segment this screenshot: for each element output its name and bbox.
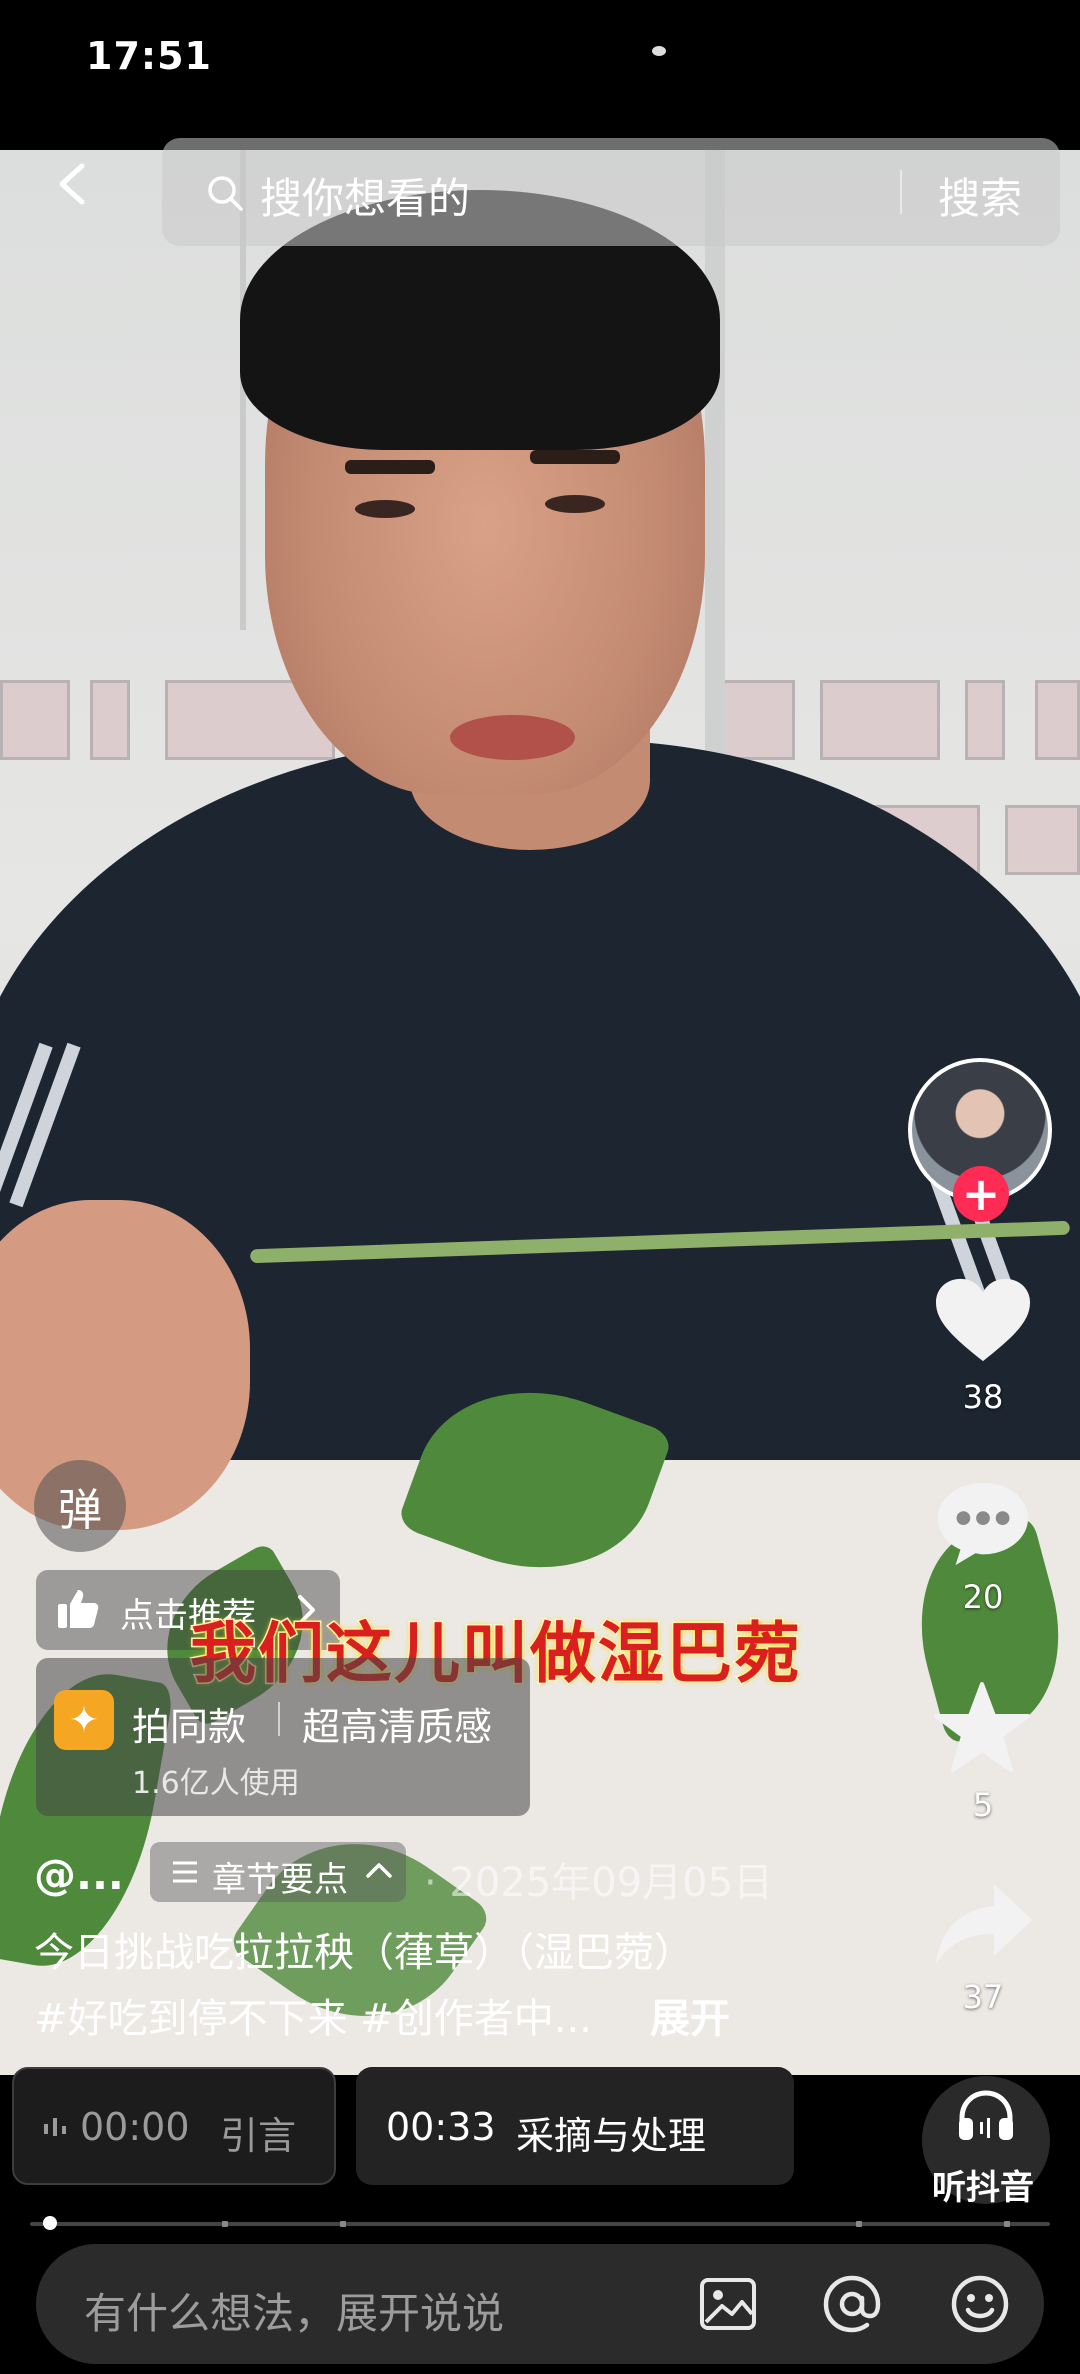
status-bar: 17:51	[0, 0, 1080, 150]
chapter-tick	[222, 2221, 228, 2227]
wall-tile	[965, 680, 1005, 760]
sparkle-icon: ✦	[54, 1690, 114, 1750]
wall-tile	[720, 680, 795, 760]
follow-button[interactable]: +	[953, 1166, 1009, 1222]
wall-tile	[90, 680, 130, 760]
chapter-time: 00:33	[386, 2105, 496, 2149]
list-icon	[173, 1861, 197, 1883]
post-hashtags[interactable]: #好吃到停不下来 #创作者中...	[34, 1986, 592, 2044]
like-icon[interactable]	[934, 1276, 1032, 1366]
eyebrow	[530, 450, 620, 464]
favorite-count: 5	[972, 1786, 994, 1824]
person-hand	[0, 1200, 250, 1530]
image-icon[interactable]	[698, 2274, 758, 2334]
search-button[interactable]: 搜索	[938, 165, 1022, 226]
chapter-highlights-label: 章节要点	[212, 1860, 348, 1900]
mouth	[450, 715, 575, 760]
chapter-name: 引言	[220, 2114, 297, 2158]
same-style-title: 拍同款	[132, 1705, 247, 1749]
comment-count: 20	[962, 1578, 1004, 1616]
same-style-subtitle: 超高清质感	[302, 1705, 493, 1749]
audio-bars-icon	[44, 2118, 66, 2136]
status-time: 17:51	[86, 34, 212, 78]
search-input[interactable]: 搜你想看的	[260, 165, 470, 226]
expand-button[interactable]: 展开	[650, 1986, 730, 2044]
chapter-tick	[1004, 2221, 1010, 2227]
chevron-up-icon	[366, 1863, 392, 1878]
eyebrow	[345, 460, 435, 474]
wall-tile	[1035, 680, 1080, 760]
wall-tile	[820, 680, 940, 760]
share-icon[interactable]	[932, 1880, 1036, 1970]
same-style-users: 1.6亿人使用	[132, 1766, 300, 1801]
search-icon	[208, 176, 243, 211]
danmaku-label: 弹	[58, 1485, 102, 1536]
back-icon[interactable]	[52, 162, 96, 206]
favorite-star-icon[interactable]	[932, 1680, 1032, 1776]
headphones-icon	[959, 2090, 1013, 2140]
chapter-tick	[856, 2221, 862, 2227]
chapter-name: 采摘与处理	[516, 2114, 707, 2158]
chapter-tick	[340, 2221, 346, 2227]
status-indicator-dot	[652, 46, 666, 56]
post-title: 今日挑战吃拉拉秧（葎草）（湿巴菀）	[34, 1930, 694, 1976]
listen-douyin-label: 听抖音	[932, 2168, 1034, 2208]
share-count: 37	[962, 1978, 1004, 2016]
comment-input[interactable]: 有什么想法，展开说说	[84, 2280, 504, 2341]
danmaku-toggle[interactable]: 弹	[34, 1460, 126, 1552]
mention-icon[interactable]	[822, 2274, 882, 2334]
thumbs-up-icon	[58, 1590, 99, 1628]
wall-tile	[1005, 805, 1080, 875]
playback-progress[interactable]	[30, 2222, 1050, 2226]
like-count: 38	[962, 1378, 1004, 1416]
comment-icon[interactable]	[934, 1478, 1032, 1568]
eye	[545, 495, 605, 513]
author-handle[interactable]: @...	[34, 1850, 124, 1899]
chapter-time: 00:00	[80, 2105, 190, 2149]
search-divider	[900, 170, 902, 214]
card-divider	[278, 1702, 280, 1736]
wall-tile	[0, 680, 70, 760]
post-date: · 2025年09月05日	[424, 1860, 774, 1906]
eye	[355, 500, 415, 518]
emoji-icon[interactable]	[950, 2274, 1010, 2334]
